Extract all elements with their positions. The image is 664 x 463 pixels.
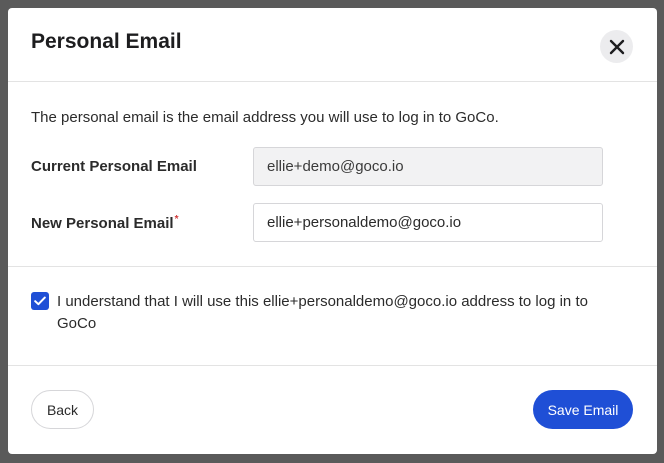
email-fields-section: The personal email is the email address … [8,82,657,267]
close-button[interactable] [600,30,633,63]
new-email-label-text: New Personal Email [31,215,174,232]
required-marker: * [174,214,179,225]
checkmark-icon [34,296,46,306]
confirm-label[interactable]: I understand that I will use this ellie+… [57,291,627,335]
back-button[interactable]: Back [31,390,94,429]
dialog-header: Personal Email [8,8,657,82]
current-email-label-text: Current Personal Email [31,158,197,175]
current-email-label: Current Personal Email [31,158,197,175]
personal-email-dialog: Personal Email The personal email is the… [8,8,657,454]
new-email-label: New Personal Email* [31,214,178,232]
dialog-title: Personal Email [31,30,182,53]
confirm-checkbox[interactable] [31,292,49,310]
intro-text: The personal email is the email address … [31,109,499,126]
close-icon [609,39,624,54]
current-email-field [253,147,603,186]
dialog-footer: Back Save Email [8,366,657,454]
new-email-field[interactable] [253,203,603,242]
save-email-button[interactable]: Save Email [533,390,633,429]
confirm-section: I understand that I will use this ellie+… [8,267,657,366]
